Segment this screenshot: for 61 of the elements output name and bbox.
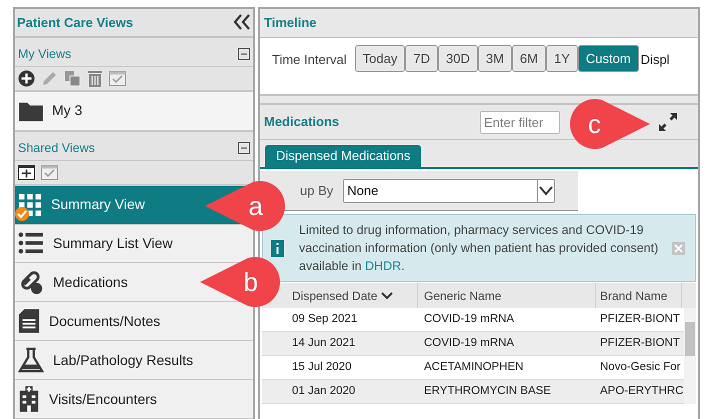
- table-cell-text: COVID-19 mRNA: [423, 312, 516, 327]
- caret-icon: [537, 180, 554, 202]
- collapse-icon[interactable]: [238, 142, 250, 154]
- table-cell-text: 01 Jan 2020: [291, 384, 356, 399]
- field-label: up By: [300, 182, 334, 200]
- column-header[interactable]: Generic Name: [424, 286, 502, 304]
- add-icon[interactable]: [18, 164, 35, 180]
- filter-field[interactable]: Enter filter: [480, 110, 560, 134]
- hospital-icon: [18, 386, 40, 412]
- panel-title: Medications: [264, 113, 340, 132]
- field-label: Time Interval: [272, 51, 347, 69]
- view-item[interactable]: Visits/Encounters: [15, 380, 253, 419]
- add-icon[interactable]: [18, 70, 35, 87]
- table-cell-text: PFIZER-BIONT: [599, 336, 681, 351]
- interval-button[interactable]: 3M: [478, 45, 512, 72]
- interval-button[interactable]: 1Y: [546, 45, 578, 72]
- table-cell-text: PFIZER-BIONT: [599, 312, 681, 327]
- sort-icon: [381, 292, 394, 300]
- info-icon: [271, 240, 284, 256]
- close-icon[interactable]: [672, 242, 685, 254]
- expand-icon[interactable]: [658, 112, 678, 132]
- tab[interactable]: Dispensed Medications: [265, 145, 422, 167]
- pencil-icon[interactable]: [41, 70, 58, 87]
- section-title: Shared Views: [18, 140, 95, 157]
- panel-title: Patient Care Views: [17, 14, 134, 32]
- copy-icon[interactable]: [64, 70, 81, 87]
- pills-icon: [18, 269, 44, 296]
- column-header[interactable]: Dispensed Date: [292, 286, 394, 304]
- panel-title: Timeline: [264, 14, 317, 32]
- view-item[interactable]: Lab/Pathology Results: [15, 341, 253, 380]
- view-item[interactable]: Summary List View: [15, 224, 253, 264]
- checkbox-icon[interactable]: [41, 164, 58, 180]
- interval-button[interactable]: Today: [354, 45, 406, 72]
- flask-icon: [18, 347, 44, 374]
- collapse-icon[interactable]: [238, 48, 250, 60]
- scrollbar-thumb[interactable]: [685, 322, 695, 356]
- column-header[interactable]: Brand Name: [600, 286, 668, 304]
- scrollbar[interactable]: [684, 308, 696, 404]
- view-item[interactable]: Documents/Notes: [15, 302, 253, 342]
- collapse-panel-icon[interactable]: [233, 14, 251, 30]
- document-icon: [18, 308, 40, 334]
- table-cell-text: ERYTHROMYCIN BASE: [423, 384, 552, 399]
- table-cell-text: Novo-Gesic For: [599, 360, 682, 375]
- view-item[interactable]: My 3: [15, 92, 253, 132]
- table-cell-text: COVID-19 mRNA: [423, 336, 516, 351]
- interval-button[interactable]: 7D: [405, 45, 438, 72]
- trash-icon[interactable]: [87, 70, 103, 87]
- interval-button[interactable]: 30D: [438, 45, 478, 72]
- table-cell-text: 15 Jul 2020: [291, 360, 352, 375]
- label-text: Displ: [640, 51, 670, 69]
- table-cell-text: 14 Jun 2021: [291, 336, 356, 351]
- interval-button[interactable]: Custom: [578, 45, 639, 72]
- table-cell-text: ACETAMINOPHEN: [423, 360, 524, 375]
- interval-button[interactable]: 6M: [512, 45, 546, 72]
- table-cell-text: 09 Sep 2021: [291, 312, 358, 327]
- checkbox-icon[interactable]: [109, 70, 126, 86]
- list-icon: [18, 232, 44, 254]
- table-cell-text: APO-ERYTHRC: [599, 384, 682, 399]
- notice-text: Limited to drug information, pharmacy services and COVID-19 vaccination information (only when patient has provided consent) available in DHDR.: [299, 222, 660, 275]
- section-title: My Views: [18, 46, 72, 64]
- group-by-dropdown[interactable]: None: [343, 178, 556, 202]
